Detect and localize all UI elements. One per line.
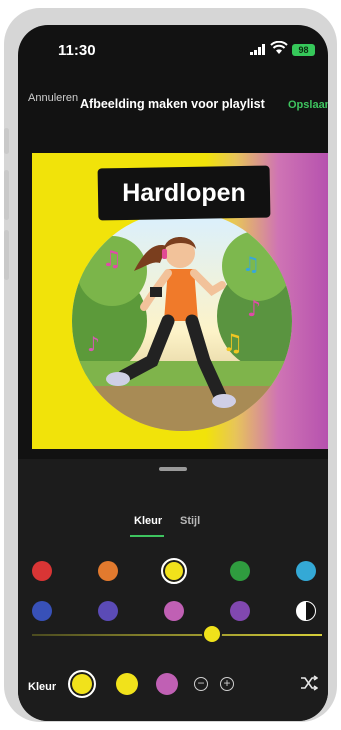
runner-illustration: ♫ ♫ ♪ ♫ ♪ <box>72 211 292 431</box>
chosen-color-2[interactable] <box>116 673 138 695</box>
color-swatch-orange[interactable] <box>98 561 118 581</box>
sheet-drag-handle[interactable] <box>159 467 187 471</box>
active-tab-indicator <box>130 535 164 537</box>
chosen-color-3[interactable] <box>156 673 178 695</box>
color-swatch-green[interactable] <box>230 561 250 581</box>
color-swatch-blue[interactable] <box>32 601 52 621</box>
chosen-color-1[interactable] <box>68 670 96 698</box>
svg-text:♫: ♫ <box>102 247 122 272</box>
color-swatch-light-blue[interactable] <box>296 561 316 581</box>
screen: 11:30 98 Annuleren Afbeelding maken voor… <box>18 25 328 721</box>
color-swatch-yellow[interactable] <box>161 558 187 584</box>
playlist-name: Hardlopen <box>122 179 246 207</box>
remove-color-button[interactable]: − <box>194 677 208 691</box>
save-button[interactable]: Opslaan <box>288 99 328 111</box>
svg-text:♫: ♫ <box>222 329 244 357</box>
svg-text:♪: ♪ <box>247 297 261 322</box>
svg-text:♫: ♫ <box>242 252 260 276</box>
mute-switch <box>4 128 9 154</box>
phone-frame: 11:30 98 Annuleren Afbeelding maken voor… <box>4 8 337 722</box>
status-time: 11:30 <box>58 42 96 59</box>
battery-icon: 98 <box>292 44 315 56</box>
tab-stijl[interactable]: Stijl <box>180 515 200 527</box>
shuffle-icon[interactable] <box>300 675 318 691</box>
color-swatch-pink[interactable] <box>164 601 184 621</box>
page-title: Afbeelding maken voor playlist <box>80 97 265 111</box>
brightness-slider-track[interactable] <box>32 634 322 636</box>
volume-down-button <box>4 230 9 280</box>
tab-kleur[interactable]: Kleur <box>134 515 162 527</box>
cancel-button[interactable]: Annuleren <box>28 91 78 105</box>
wifi-icon <box>270 41 288 54</box>
playlist-artwork: ♫ ♫ ♪ ♫ ♪ Hardlopen <box>32 153 328 449</box>
volume-up-button <box>4 170 9 220</box>
color-swatch-contrast[interactable] <box>296 601 316 621</box>
color-swatch-indigo[interactable] <box>98 601 118 621</box>
svg-text:♪: ♪ <box>87 332 100 356</box>
color-swatch-red[interactable] <box>32 561 52 581</box>
color-swatch-purple[interactable] <box>230 601 250 621</box>
add-color-button[interactable]: + <box>220 677 234 691</box>
editor-sheet: Kleur Stijl Kleur − + <box>18 459 328 721</box>
status-bar: 11:30 98 <box>18 25 328 73</box>
brightness-slider-handle[interactable] <box>201 624 222 644</box>
color-row-label: Kleur <box>28 681 57 693</box>
signal-icon <box>250 44 265 55</box>
